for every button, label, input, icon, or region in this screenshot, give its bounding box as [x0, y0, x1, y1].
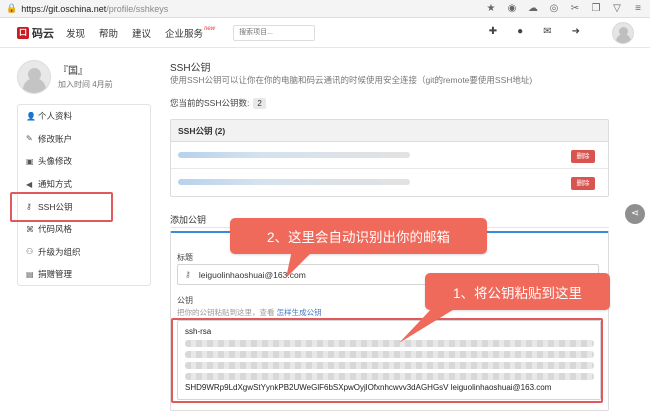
add-key-heading: 添加公钥	[170, 215, 207, 225]
header-actions: ✚ ● ✉ ➜	[489, 26, 580, 37]
url-host: https://git.oschina.net	[21, 3, 107, 14]
sync-icon[interactable]: ◎	[548, 3, 560, 14]
user-icon[interactable]: ●	[517, 26, 523, 37]
callout-auto-email: 2、这里会自动识别出你的邮箱	[230, 218, 487, 254]
lock-icon: 🔒	[6, 3, 18, 13]
table-row: 删除	[171, 142, 608, 169]
delete-key-button[interactable]: 删除	[571, 150, 595, 163]
new-badge: new	[204, 25, 216, 32]
ssh-keys-panel: SSH公钥 (2) 删除 删除	[170, 119, 609, 197]
how-to-generate-key-link[interactable]: 怎样生成公钥	[277, 308, 322, 317]
key-count-badge: 2	[253, 97, 266, 109]
plus-icon[interactable]: ✚	[489, 26, 497, 37]
logo-mark-icon: 口	[17, 26, 29, 39]
key-count: 您当前的SSH公钥数: 2	[170, 97, 266, 109]
sidebar-item-upgrade-org[interactable]: ⚇ 升级为组织	[18, 241, 150, 264]
sidebar-item-label: 头像修改	[38, 156, 73, 167]
gift-icon: ▤	[26, 269, 34, 279]
browser-toolbar: ★ ◉ ☁ ◎ ✂ ❐ ▽ ≡	[485, 3, 644, 14]
sidebar-item-donations[interactable]: ▤ 捐赠管理	[18, 263, 150, 286]
sidebar-item-profile[interactable]: 👤 个人资料	[18, 105, 150, 128]
profile-name[interactable]: 『国』	[58, 62, 88, 77]
nav-suggest[interactable]: 建议	[132, 26, 151, 40]
site-logo[interactable]: 口 码云	[17, 25, 54, 41]
browser-url-bar[interactable]: 🔒 https://git.oschina.net/profile/sshkey…	[0, 0, 650, 18]
title-label: 标题	[177, 253, 193, 262]
ssh-keys-panel-title: SSH公钥 (2)	[171, 120, 608, 142]
blurred-key-info	[178, 152, 410, 158]
blurred-key-info	[178, 179, 410, 185]
nav-enterprise[interactable]: 企业服务new	[165, 26, 215, 40]
code-icon: ⌘	[26, 224, 34, 234]
sidebar-item-label: 捐赠管理	[38, 269, 73, 280]
callout-arrow-email	[286, 250, 314, 278]
site-header: 口 码云 发现 帮助 建议 企业服务new ✚ ● ✉ ➜	[0, 18, 650, 48]
sidebar-item-account[interactable]: ✎ 修改账户	[18, 128, 150, 151]
extension-icon[interactable]: ◉	[506, 3, 518, 14]
megaphone-icon: ◀	[26, 179, 33, 189]
scissors-icon[interactable]: ✂	[569, 3, 581, 14]
nav-discover[interactable]: 发现	[66, 26, 85, 40]
profile-joined: 加入时间 4月前	[58, 80, 113, 89]
sidebar-item-avatar[interactable]: ▣ 头像修改	[18, 150, 150, 173]
filter-icon[interactable]: ▽	[611, 3, 623, 14]
sidebar-item-label: 修改账户	[38, 133, 73, 144]
sidebar-item-label: 代码风格	[38, 224, 73, 235]
menu-icon[interactable]: ≡	[632, 3, 644, 14]
nav-help[interactable]: 帮助	[99, 26, 118, 40]
share-icon[interactable]: ⋖	[625, 204, 645, 224]
key-count-label: 您当前的SSH公钥数:	[170, 98, 250, 108]
url-text[interactable]: https://git.oschina.net/profile/sshkeys	[21, 4, 168, 14]
profile-avatar[interactable]	[17, 60, 51, 94]
nav-enterprise-label: 企业服务	[165, 28, 204, 40]
key-highlight-box	[171, 318, 603, 403]
copy-icon[interactable]: ❐	[590, 3, 602, 14]
user-icon: 👤	[26, 111, 36, 121]
sidebar-item-label: 升级为组织	[38, 246, 81, 257]
logo-text: 码云	[32, 27, 54, 40]
header-avatar[interactable]	[612, 22, 634, 44]
users-icon: ⚇	[26, 247, 34, 257]
logout-icon[interactable]: ➜	[572, 26, 580, 37]
page-title: SSH公钥	[170, 63, 211, 74]
main-nav: 发现 帮助 建议 企业服务new	[66, 26, 215, 40]
ssh-keys-highlight-box	[10, 192, 113, 222]
star-icon[interactable]: ★	[485, 3, 497, 14]
page-description: 使用SSH公钥可以让你在你的电脑和码云通讯的时候使用安全连接（git的remot…	[170, 75, 533, 85]
key-label: 公钥	[177, 296, 193, 305]
search-input[interactable]	[233, 24, 316, 41]
key-hint: 把你的公钥粘贴到这里，查看 怎样生成公钥	[177, 307, 322, 318]
sidebar-item-label: 通知方式	[38, 179, 73, 190]
sidebar-item-label: 个人资料	[38, 111, 73, 122]
key-icon: ⚷	[185, 270, 191, 279]
cloud-icon[interactable]: ☁	[527, 3, 539, 14]
mail-icon[interactable]: ✉	[543, 26, 551, 37]
table-row: 删除	[171, 169, 608, 196]
key-hint-text: 把你的公钥粘贴到这里，查看	[177, 308, 275, 317]
callout-arrow-paste	[399, 305, 461, 343]
delete-key-button[interactable]: 删除	[571, 177, 595, 190]
url-path: /profile/sshkeys	[106, 3, 169, 14]
pencil-icon: ✎	[26, 134, 33, 144]
image-icon: ▣	[26, 156, 34, 166]
